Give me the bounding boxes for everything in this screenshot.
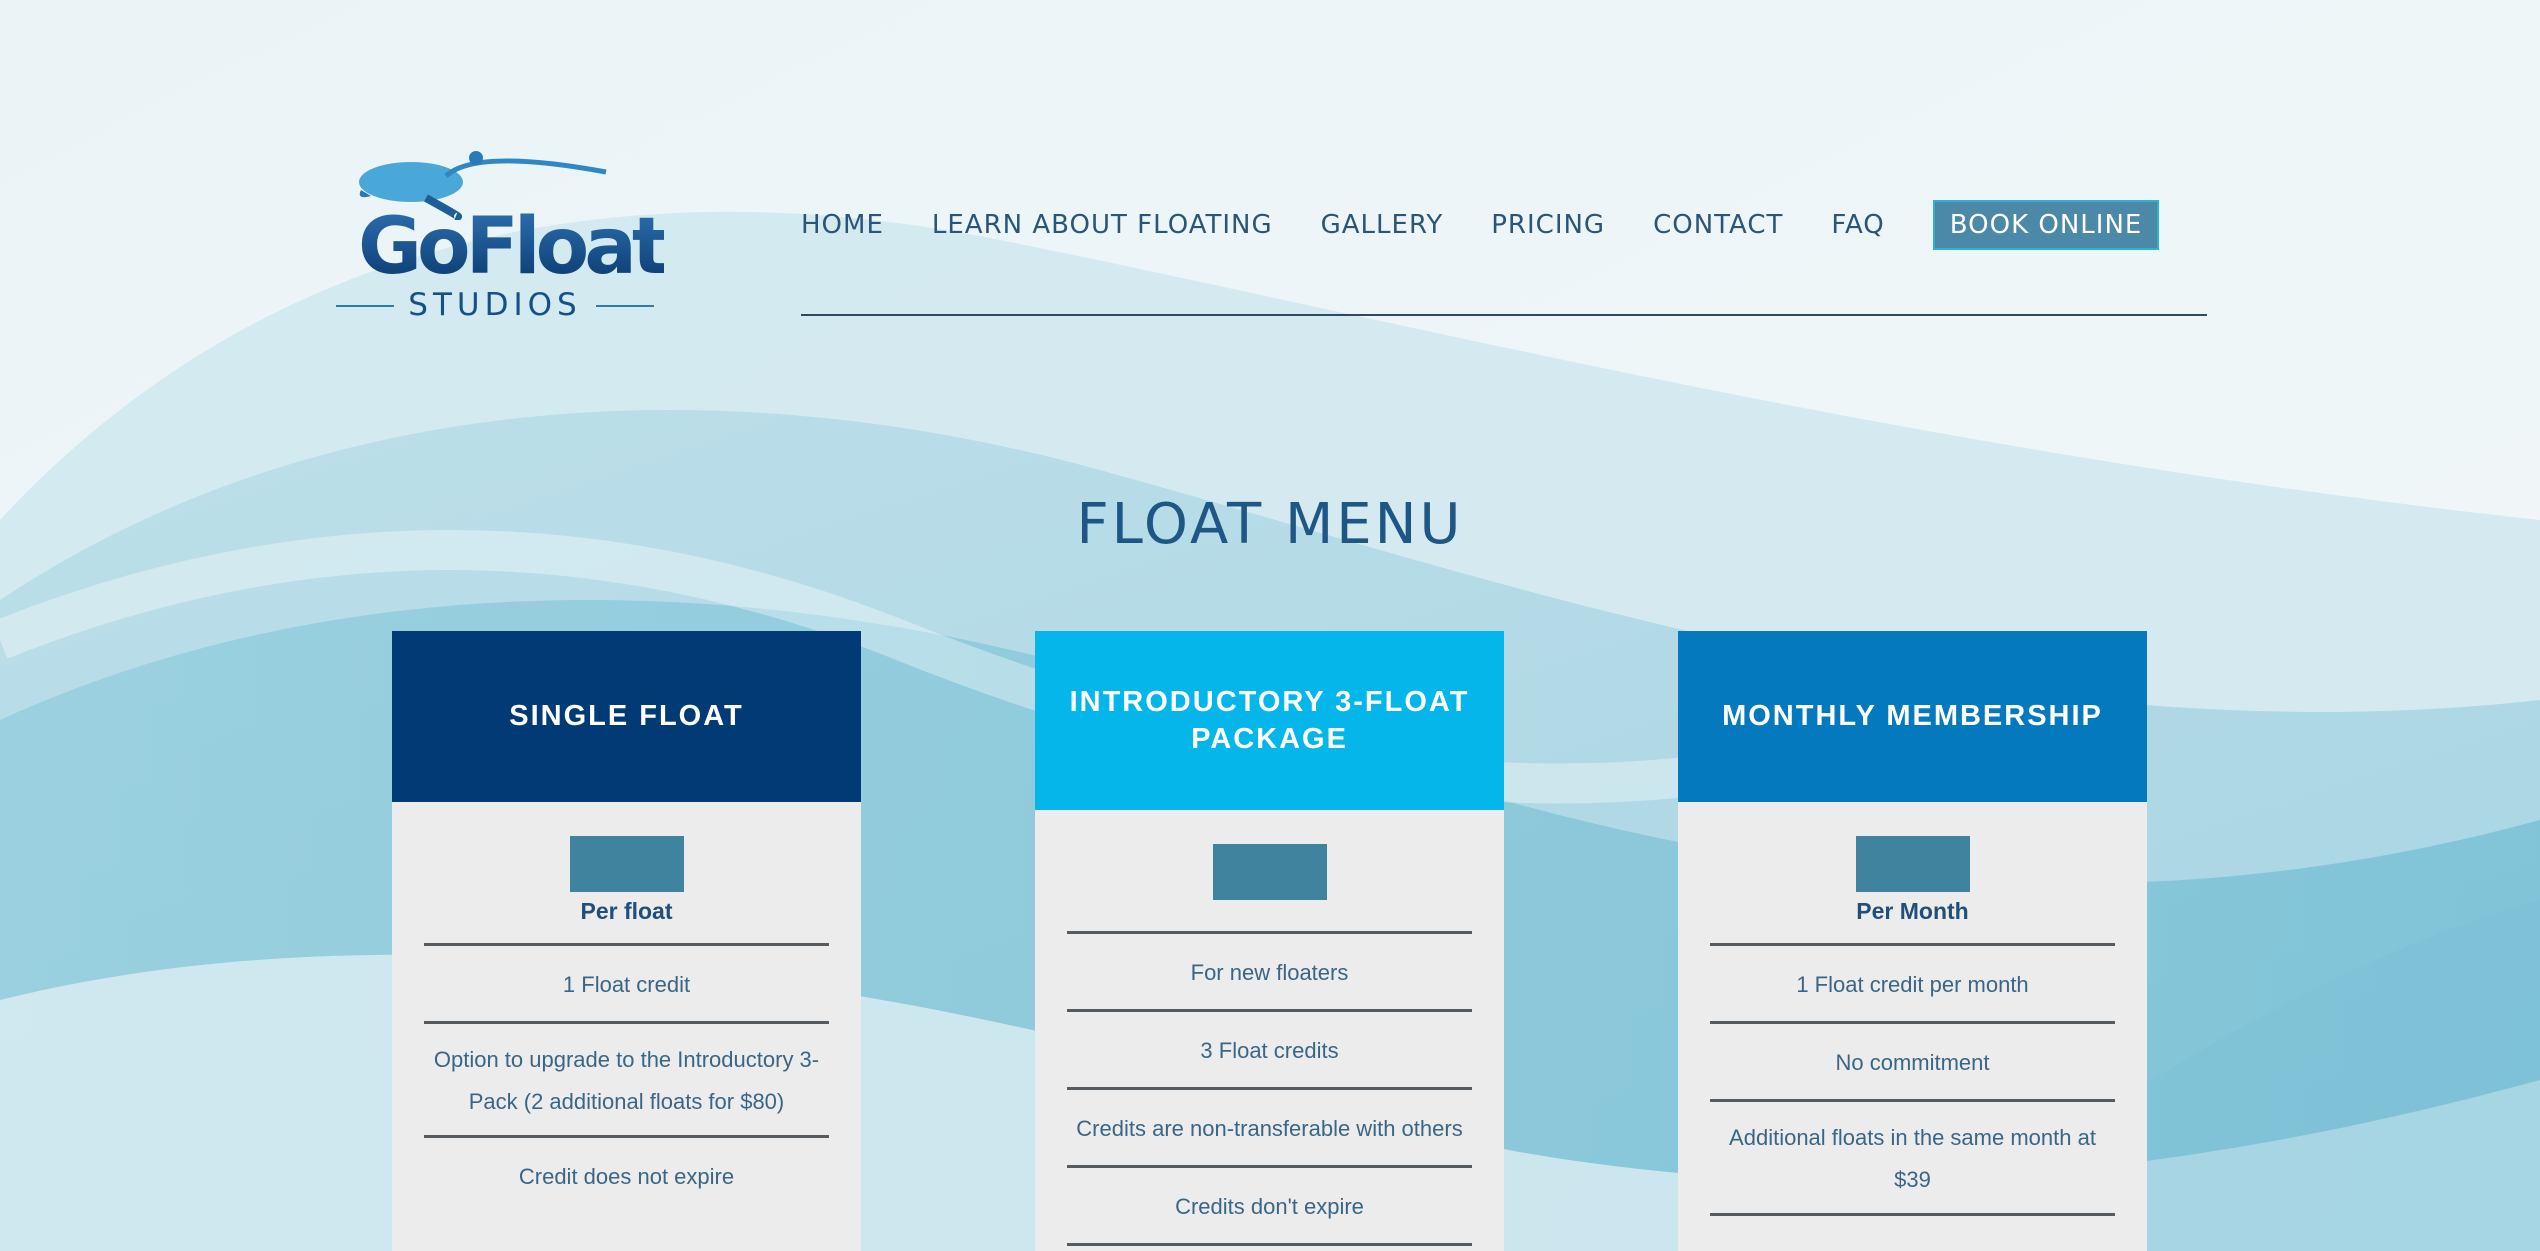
feature-item: 3 Float credits (1067, 1009, 1472, 1087)
nav-learn-about-floating[interactable]: LEARN ABOUT FLOATING (932, 210, 1273, 240)
page-title: FLOAT MENU (1076, 492, 1464, 557)
book-online-button[interactable]: BOOK ONLINE (1932, 200, 2160, 250)
feature-list: 1 Float credit per month No commitment A… (1710, 943, 2115, 1216)
main-nav: HOME LEARN ABOUT FLOATING GALLERY PRICIN… (801, 200, 2160, 250)
nav-pricing[interactable]: PRICING (1491, 210, 1605, 240)
pricing-card-monthly-membership: MONTHLY MEMBERSHIP Per Month 1 Float cre… (1678, 631, 2147, 1251)
price-placeholder (1212, 844, 1327, 900)
pricing-card-single-float: SINGLE FLOAT Per float 1 Float credit Op… (392, 631, 861, 1251)
pricing-card-intro-package: INTRODUCTORY 3-FLOAT PACKAGE For new flo… (1035, 631, 1504, 1251)
price-placeholder (1855, 836, 1970, 892)
card-title: MONTHLY MEMBERSHIP (1678, 631, 2147, 802)
feature-item: Option to upgrade to the Introductory 3-… (424, 1021, 829, 1135)
gofloat-logo[interactable]: GoFloat STUDIOS (336, 150, 669, 332)
feature-item: Credit does not expire (424, 1135, 829, 1213)
nav-home[interactable]: HOME (801, 210, 884, 240)
logo-subtitle: STUDIOS (408, 287, 582, 323)
feature-item: 1 Float credit (424, 943, 829, 1021)
feature-list: 1 Float credit Option to upgrade to the … (424, 943, 829, 1213)
feature-item: Additional floats in the same month at $… (1710, 1099, 2115, 1216)
nav-contact[interactable]: CONTACT (1653, 210, 1783, 240)
feature-item: Credits don't expire (1067, 1165, 1472, 1246)
feature-item: 1 Float credit per month (1710, 943, 2115, 1021)
feature-item: No commitment (1710, 1021, 2115, 1099)
feature-item: Credits are non-transferable with others (1067, 1087, 1472, 1165)
logo-wordmark: GoFloat (358, 202, 669, 292)
card-title: SINGLE FLOAT (392, 631, 861, 802)
card-title: INTRODUCTORY 3-FLOAT PACKAGE (1035, 631, 1504, 810)
feature-list: For new floaters 3 Float credits Credits… (1067, 931, 1472, 1246)
logo-divider-right (595, 304, 654, 307)
logo-subtitle-row: STUDIOS (336, 290, 654, 321)
price-label: Per float (580, 898, 673, 924)
feature-item: For new floaters (1067, 931, 1472, 1009)
nav-divider (801, 314, 2207, 316)
price-label: Per Month (1856, 898, 1969, 924)
logo-divider-left (336, 304, 395, 307)
nav-gallery[interactable]: GALLERY (1321, 210, 1444, 240)
price-placeholder (569, 836, 684, 892)
nav-faq[interactable]: FAQ (1831, 210, 1884, 240)
